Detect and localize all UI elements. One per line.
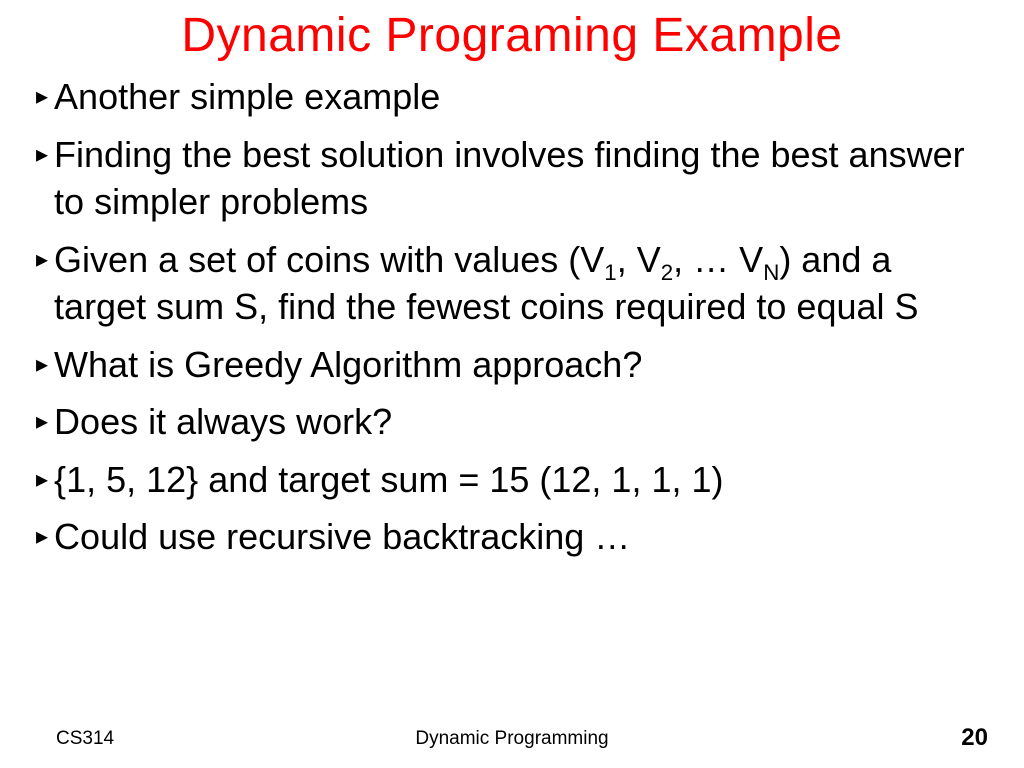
bullet-item: ▸ Another simple example xyxy=(36,73,988,121)
bullet-marker-icon: ▸ xyxy=(36,341,48,377)
bullet-text: Given a set of coins with values (V1, V2… xyxy=(54,236,988,331)
bullet-marker-icon: ▸ xyxy=(36,131,48,167)
bullet-text: {1, 5, 12} and target sum = 15 (12, 1, 1… xyxy=(54,456,988,504)
bullet-item: ▸ Given a set of coins with values (V1, … xyxy=(36,236,988,331)
bullet-item: ▸ Does it always work? xyxy=(36,398,988,446)
bullet-marker-icon: ▸ xyxy=(36,398,48,434)
bullet-marker-icon: ▸ xyxy=(36,73,48,109)
bullet-marker-icon: ▸ xyxy=(36,513,48,549)
slide-title: Dynamic Programing Example xyxy=(0,8,1024,63)
footer-page-number: 20 xyxy=(961,724,988,752)
bullet-item: ▸ Finding the best solution involves fin… xyxy=(36,131,988,226)
slide: Dynamic Programing Example ▸ Another sim… xyxy=(0,0,1024,768)
bullet-item: ▸ Could use recursive backtracking … xyxy=(36,513,988,561)
bullet-item: ▸ {1, 5, 12} and target sum = 15 (12, 1,… xyxy=(36,456,988,504)
bullet-marker-icon: ▸ xyxy=(36,236,48,272)
bullet-item: ▸ What is Greedy Algorithm approach? xyxy=(36,341,988,389)
bullet-text: Finding the best solution involves findi… xyxy=(54,131,988,226)
slide-content: ▸ Another simple example ▸ Finding the b… xyxy=(0,73,1024,561)
bullet-text: Another simple example xyxy=(54,73,988,121)
bullet-marker-icon: ▸ xyxy=(36,456,48,492)
bullet-text: Could use recursive backtracking … xyxy=(54,513,988,561)
footer-topic: Dynamic Programming xyxy=(0,728,1024,750)
bullet-text: Does it always work? xyxy=(54,398,988,446)
bullet-text: What is Greedy Algorithm approach? xyxy=(54,341,988,389)
